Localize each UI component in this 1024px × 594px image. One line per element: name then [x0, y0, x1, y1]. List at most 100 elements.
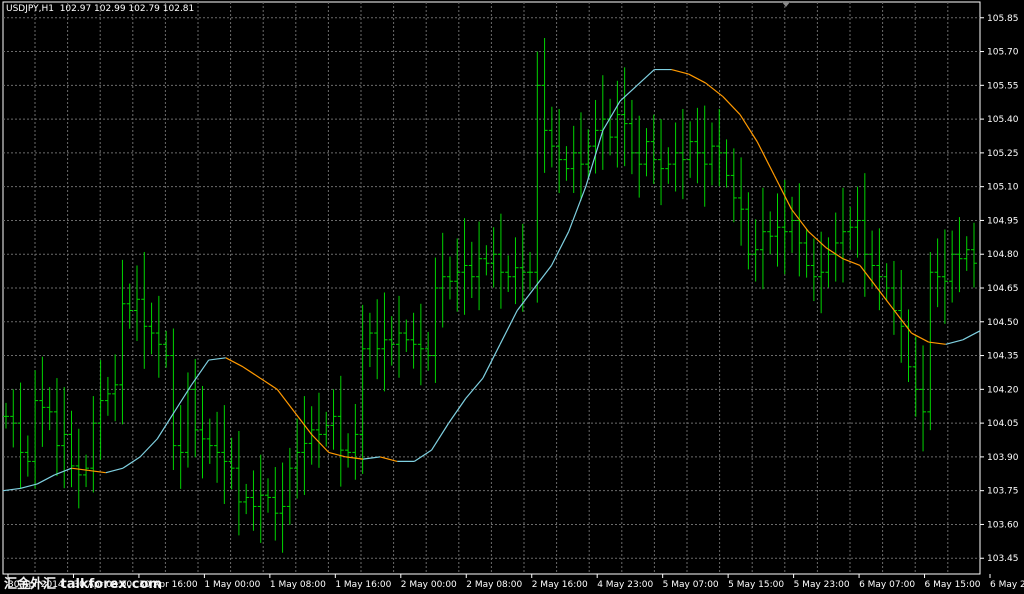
ohlc-bar [243, 483, 250, 515]
ohlc-bar [679, 108, 686, 200]
ma-segment [208, 357, 226, 361]
ma-segment [842, 258, 861, 267]
ohlc-bar [330, 389, 337, 450]
ohlc-bar [541, 38, 548, 173]
ohlc-bar [614, 80, 621, 168]
ohlc-bar [607, 98, 614, 156]
y-tick-label: 105.70 [987, 48, 1019, 58]
ohlc-bar [446, 256, 453, 300]
ma-segment [688, 73, 707, 84]
ohlc-values: 102.97 102.99 102.79 102.81 [59, 4, 195, 14]
ohlc-bar [730, 148, 737, 223]
y-tick-label: 104.20 [987, 385, 1019, 395]
y-tick-label: 105.25 [987, 149, 1019, 159]
ma-segment [568, 186, 587, 232]
ohlc-bar [417, 303, 424, 386]
ohlc-bar [839, 187, 846, 283]
ohlc-bar [177, 405, 184, 489]
ma-segment [448, 398, 467, 424]
ma-segment [482, 344, 501, 379]
x-tick-label: 4 May 23:00 [597, 580, 653, 590]
ohlc-bar [294, 418, 301, 499]
ma-segment [328, 451, 346, 458]
ohlc-bar [883, 263, 890, 301]
ohlc-bar [279, 462, 286, 553]
ohlc-bar [890, 260, 897, 335]
ohlc-bar [774, 193, 781, 267]
ohlc-bar [577, 112, 584, 201]
ma-segment [259, 377, 278, 390]
ohlc-bar [971, 222, 977, 288]
ohlc-bar [323, 411, 330, 447]
ma-segment [414, 449, 432, 462]
ohlc-bar [366, 312, 373, 368]
chart-header: USDJPY,H1 102.97 102.99 102.79 102.81 [6, 4, 194, 14]
y-tick-label: 104.35 [987, 352, 1019, 362]
ohlc-bar [214, 411, 221, 483]
ohlc-bar [752, 219, 759, 282]
ohlc-bar [767, 211, 774, 255]
ohlc-bar [308, 406, 315, 465]
ohlc-bar [621, 67, 628, 167]
ohlc-bar [519, 223, 526, 312]
ohlc-bar [934, 238, 941, 308]
ohlc-bar [410, 312, 417, 369]
ma-segment [225, 357, 244, 368]
ma-segment [105, 467, 124, 474]
ohlc-bar [46, 387, 53, 431]
x-tick-label: 1 May 08:00 [270, 580, 326, 590]
ohlc-bar [759, 187, 766, 290]
ohlc-bar [738, 157, 745, 246]
ohlc-bar [39, 356, 46, 447]
ohlc-bar [861, 173, 868, 297]
ma-segment [722, 96, 741, 116]
symbol-label: USDJPY,H1 [6, 4, 54, 14]
price-marker-bg [981, 258, 1021, 269]
ohlc-bar [687, 121, 694, 178]
shift-marker-icon [782, 2, 790, 7]
ohlc-bar [956, 217, 963, 293]
ma-segment [619, 84, 638, 102]
ohlc-bar [512, 237, 519, 305]
ohlc-bar [17, 382, 24, 489]
ohlc-bar [941, 229, 948, 324]
ohlc-bar [53, 378, 60, 477]
ohlc-bar [832, 212, 839, 282]
ohlc-bar [155, 295, 162, 378]
ohlc-bar [825, 237, 832, 288]
ohlc-bar [672, 122, 679, 192]
ohlc-bar [854, 186, 861, 258]
ohlc-bar [163, 330, 170, 368]
ma-segment [928, 341, 946, 345]
ohlc-bar [250, 470, 257, 531]
ohlc-bar [24, 435, 31, 477]
y-tick-label: 105.40 [987, 115, 1019, 125]
ohlc-bar [432, 257, 439, 383]
ohlc-bar [170, 328, 177, 470]
x-tick-label: 5 May 23:00 [794, 580, 850, 590]
ohlc-bar [796, 183, 803, 277]
ohlc-bar [403, 319, 410, 352]
ohlc-bar [810, 238, 817, 302]
ohlc-bar [352, 403, 359, 480]
y-tick-label: 105.85 [987, 14, 1019, 24]
ohlc-bar [847, 206, 854, 250]
ohlc-bar [345, 433, 352, 468]
y-tick-label: 103.45 [987, 554, 1019, 564]
price-chart[interactable]: 105.85 105.70 105.55 105.40 105.25 105.10 104.… [0, 0, 1024, 594]
ohlc-bar [148, 302, 155, 355]
ohlc-bar [468, 241, 475, 299]
ohlc-bar [527, 251, 534, 291]
ohlc-bar [723, 139, 730, 188]
ohlc-bar [199, 385, 206, 479]
x-tick-label: 5 May 15:00 [728, 580, 784, 590]
ohlc-bar [32, 370, 39, 489]
ohlc-bar [716, 108, 723, 187]
ohlc-bar [920, 345, 927, 452]
ma-segment [276, 388, 295, 413]
ma-segment [465, 377, 484, 399]
ohlc-bar [701, 105, 708, 207]
ma-segment [859, 265, 878, 289]
x-tick-label: 1 May 16:00 [335, 580, 391, 590]
ohlc-bar [119, 259, 126, 425]
